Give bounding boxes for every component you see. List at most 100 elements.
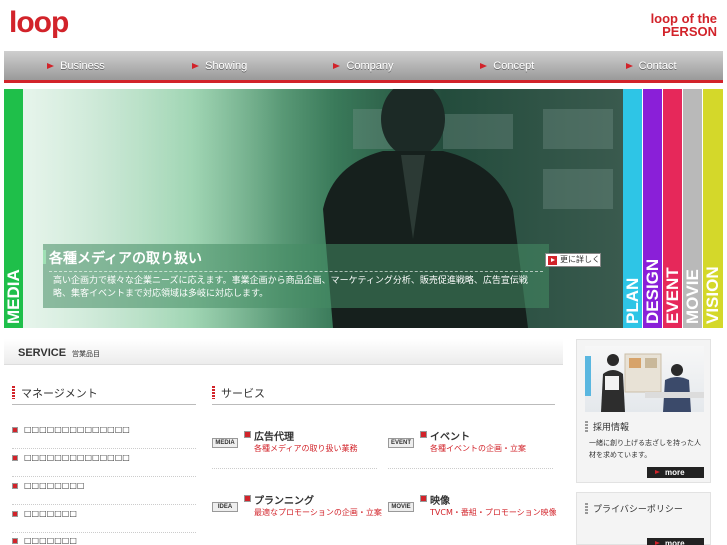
main-nav: Business Showing Company Concept Contact (4, 51, 723, 83)
play-icon (548, 256, 557, 265)
service-subtitle: 営業品目 (72, 350, 100, 358)
caption-title: 各種メディアの取り扱い (49, 251, 203, 267)
service-tag: IDEA (212, 502, 238, 512)
tab-media-label: MEDIA (3, 269, 23, 324)
service-header: SERVICE 営業品目 (4, 339, 563, 365)
service-tag: EVENT (388, 438, 414, 448)
management-item[interactable]: □□□□□□□□□□□□□□ (12, 422, 196, 449)
privacy-box: プライバシーポリシー more (576, 492, 711, 545)
tab-plan-label: PLAN (622, 277, 642, 324)
detail-button[interactable]: 更に詳しく (545, 253, 601, 267)
nav-label: Company (346, 59, 394, 72)
nav-business[interactable]: Business (4, 51, 148, 80)
logo[interactable]: loop (9, 6, 69, 40)
service-item-media[interactable]: MEDIA 広告代理 各種メディアの取り扱い業務 (212, 428, 382, 472)
tagline-line2: PERSON (662, 24, 717, 39)
divider (212, 468, 377, 469)
nav-concept[interactable]: Concept (435, 51, 579, 80)
divider (12, 404, 196, 405)
heading-marker (12, 386, 15, 399)
service-item-event[interactable]: EVENT イベント 各種イベントの企画・立案 (388, 428, 558, 472)
management-item-label: □□□□□□□□□□□□□□ (24, 425, 130, 434)
tab-event-label: EVENT (662, 267, 682, 324)
arrow-right-icon (333, 62, 341, 69)
tab-movie-label: MOVIE (682, 269, 702, 324)
service-item-movie[interactable]: MOVIE 映像 TVCM・番組・プロモーション映像 (388, 492, 558, 536)
management-title: マネージメント (12, 385, 98, 401)
service-desc: TVCM・番組・プロモーション映像 (430, 508, 557, 517)
hero-banner: MEDIA PLAN DESIGN EVENT MOVIE VISION 各種メ… (4, 89, 723, 328)
nav-label: Concept (493, 59, 535, 72)
service-name[interactable]: 広告代理 (254, 428, 294, 443)
service-name[interactable]: 映像 (430, 492, 450, 507)
bullet-square-icon (12, 511, 18, 517)
management-item[interactable]: □□□□□□□ (12, 506, 196, 533)
tab-vision[interactable]: VISION (703, 89, 723, 328)
tab-vision-label: VISION (703, 266, 722, 324)
nav-label: Showing (205, 59, 248, 72)
photo-window (543, 109, 613, 149)
arrow-right-icon (625, 62, 633, 69)
recruit-box: 採用情報 一緒に創り上げる志ざしを持った人材を求めています。 more (576, 339, 711, 483)
bullet-square-icon (12, 427, 18, 433)
tab-design[interactable]: DESIGN (643, 89, 662, 328)
privacy-title[interactable]: プライバシーポリシー (585, 502, 683, 515)
office-people-illustration (585, 353, 704, 412)
photo-window (543, 169, 613, 209)
bullet-square-icon (244, 431, 251, 438)
management-item-label: □□□□□□□ (24, 509, 77, 518)
tab-plan[interactable]: PLAN (623, 89, 642, 328)
management-item[interactable]: □□□□□□□□ (12, 478, 196, 505)
detail-button-label: 更に詳しく (560, 255, 600, 264)
divider (212, 404, 555, 405)
service-desc: 最適なプロモーションの企画・立案 (254, 508, 382, 517)
recruit-more-button[interactable]: more (647, 467, 704, 478)
tab-event[interactable]: EVENT (663, 89, 682, 328)
service-item-idea[interactable]: IDEA プランニング 最適なプロモーションの企画・立案 (212, 492, 382, 536)
tab-design-label: DESIGN (642, 258, 662, 324)
services-title-text: サービス (221, 387, 265, 400)
management-item-label: □□□□□□□□□□□□□□ (24, 453, 130, 462)
bullet-square-icon (12, 538, 18, 544)
heading-marker (212, 386, 215, 399)
recruit-photo (585, 346, 704, 412)
management-item-label: □□□□□□□□ (24, 481, 85, 490)
service-title: SERVICE (18, 347, 67, 359)
heading-marker (585, 503, 588, 514)
nav-label: Contact (638, 59, 677, 72)
bullet-square-icon (420, 431, 427, 438)
heading-marker (585, 421, 588, 432)
bullet-square-icon (12, 455, 18, 461)
management-item[interactable]: □□□□□□□□□□□□□□ (12, 450, 196, 477)
nav-company[interactable]: Company (292, 51, 436, 80)
privacy-title-text: プライバシーポリシー (593, 505, 683, 515)
tab-media[interactable]: MEDIA (4, 89, 23, 328)
service-tag: MOVIE (388, 502, 414, 512)
nav-showing[interactable]: Showing (148, 51, 292, 80)
services-title: サービス (212, 385, 265, 401)
bullet-square-icon (244, 495, 251, 502)
service-desc: 各種メディアの取り扱い業務 (254, 444, 358, 453)
recruit-desc: 一緒に創り上げる志ざしを持った人材を求めています。 (589, 439, 701, 459)
management-title-text: マネージメント (21, 387, 98, 400)
arrow-right-icon (47, 62, 55, 69)
service-name[interactable]: プランニング (254, 492, 314, 507)
caption-divider (49, 271, 543, 272)
tagline-logo: loop of the PERSON (651, 12, 717, 38)
management-item[interactable]: □□□□□□□ (12, 533, 196, 545)
nav-contact[interactable]: Contact (579, 51, 723, 80)
divider (388, 468, 553, 469)
privacy-more-button[interactable]: more (647, 538, 704, 545)
nav-label: Business (60, 59, 105, 72)
management-item-label: □□□□□□□ (24, 536, 77, 545)
caption-body: 高い企画力で様々な企業ニーズに応えます。事業企画から商品企画、マーケティング分析… (53, 276, 528, 299)
hero-caption: 各種メディアの取り扱い 高い企画力で様々な企業ニーズに応えます。事業企画から商品… (43, 244, 549, 308)
service-desc: 各種イベントの企画・立案 (430, 444, 526, 453)
bullet-square-icon (12, 483, 18, 489)
arrow-right-icon (192, 62, 200, 69)
tab-movie[interactable]: MOVIE (683, 89, 702, 328)
recruit-title[interactable]: 採用情報 (585, 420, 629, 433)
bullet-square-icon (420, 495, 427, 502)
arrow-right-icon (480, 62, 488, 69)
service-name[interactable]: イベント (430, 428, 470, 443)
